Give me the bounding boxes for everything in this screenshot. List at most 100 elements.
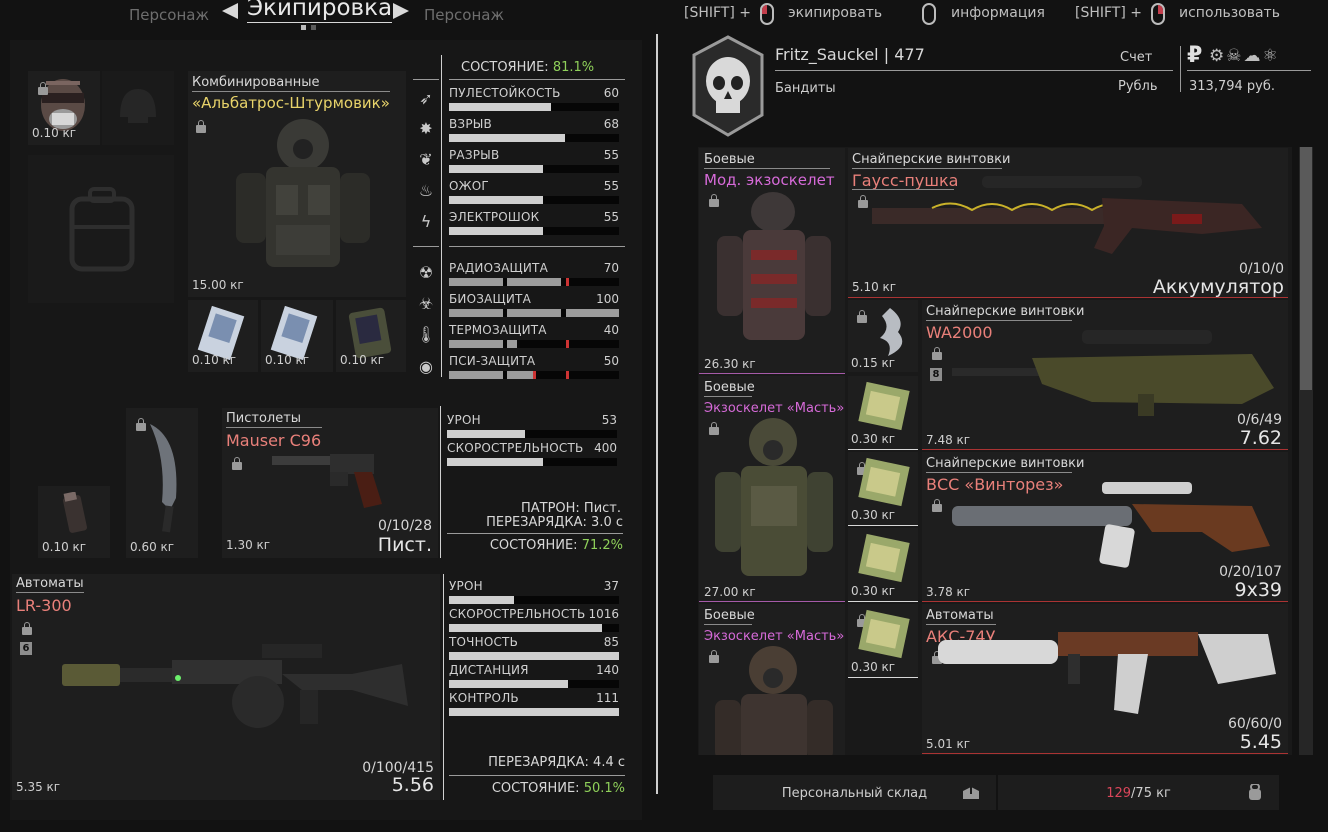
lock-icon bbox=[932, 499, 942, 513]
mask-weight: 0.10 кг bbox=[32, 126, 77, 140]
mask-slot[interactable]: 0.10 кг bbox=[28, 71, 100, 145]
condition-value: 81.1% bbox=[552, 60, 595, 75]
stat-bar-fill bbox=[449, 196, 543, 204]
backpack-slot[interactable] bbox=[28, 155, 174, 303]
knife-slot[interactable]: 0.60 кг bbox=[126, 408, 198, 558]
inventory-item[interactable]: 0.30 кг bbox=[848, 528, 918, 602]
divider bbox=[704, 624, 752, 625]
hint-use-modifier: [SHIFT] + bbox=[1075, 5, 1143, 21]
helmet-placeholder-icon bbox=[120, 89, 156, 123]
stat-bar bbox=[449, 596, 619, 604]
personal-stash-button[interactable]: Персональный склад bbox=[713, 775, 996, 810]
stat-label: КОНТРОЛЬ bbox=[449, 691, 519, 705]
inventory-item[interactable]: 0.15 кг bbox=[848, 300, 918, 372]
primary-weapon-slot[interactable]: Автоматы LR-300 6 0/100/415 5.56 5.35 кг bbox=[12, 574, 440, 800]
grenade-weight: 0.10 кг bbox=[42, 540, 87, 554]
rifle-reload: ПЕРЕЗАРЯДКА: 4.4 с bbox=[488, 755, 625, 770]
player-level: 477 bbox=[894, 45, 925, 64]
inventory-item[interactable]: Снайперские винтовки WA2000 8 0/6/49 7.6… bbox=[922, 300, 1288, 450]
condition-value: 50.1% bbox=[583, 781, 625, 796]
item-weight: 0.30 кг bbox=[851, 584, 896, 598]
grenade-slot[interactable]: 0.10 кг bbox=[38, 486, 110, 558]
map-icon bbox=[858, 457, 910, 507]
weight-kettlebell-icon bbox=[1249, 784, 1261, 800]
divider bbox=[848, 601, 918, 602]
inventory-scrollbar[interactable] bbox=[1299, 147, 1313, 755]
tab-left-arrow-icon[interactable] bbox=[222, 3, 238, 19]
item-weight: 5.01 кг bbox=[926, 737, 971, 751]
divider bbox=[1187, 70, 1311, 71]
stat-label: УРОН bbox=[449, 579, 483, 593]
tab-equipment-active[interactable]: Экипировка bbox=[247, 0, 393, 23]
inventory-item[interactable]: Автоматы АКС-74У 60/60/0 5.45 5.01 кг bbox=[922, 604, 1288, 754]
psi-protection-label: ПСИ-ЗАЩИТА bbox=[449, 354, 536, 368]
item-name: Мод. экзоскелет bbox=[704, 171, 835, 189]
rifle-condition: СОСТОЯНИЕ: 50.1% bbox=[449, 781, 625, 796]
detector-icon bbox=[348, 307, 392, 359]
inventory-item[interactable]: 0.30 кг bbox=[848, 452, 918, 526]
eye-icon: ◉ bbox=[419, 357, 433, 376]
stat-bar bbox=[449, 134, 619, 142]
inventory-item[interactable]: Снайперские винтовки ВСС «Винторез» 0/20… bbox=[922, 452, 1288, 602]
lr300-rifle-icon bbox=[62, 644, 408, 728]
item-category: Снайперские винтовки bbox=[852, 152, 1011, 167]
inventory-item[interactable]: 0.30 кг bbox=[848, 604, 918, 678]
pistol-rof-value: 400 bbox=[594, 441, 617, 455]
account-label: Счет bbox=[1120, 50, 1153, 65]
stat-bar-fill bbox=[449, 596, 514, 604]
inventory-item[interactable]: Боевые Экзоскелет «Масть» 27.00 кг bbox=[699, 376, 845, 602]
divider bbox=[926, 472, 1072, 473]
inventory-item[interactable]: 0.30 кг bbox=[848, 376, 918, 450]
item-weight: 5.10 кг bbox=[852, 280, 897, 294]
reputation-icons: ⚙☠☁⚛ bbox=[1209, 46, 1280, 66]
inventory-item[interactable]: Боевые Мод. экзоскелет 26.30 кг bbox=[699, 148, 845, 374]
lock-icon bbox=[38, 82, 48, 96]
helmet-slot[interactable] bbox=[102, 71, 174, 145]
prev-character-tab[interactable]: Персонаж bbox=[129, 6, 209, 24]
gauss-rifle-icon bbox=[872, 176, 1262, 254]
pistol-rof-bar bbox=[447, 458, 617, 466]
thermo-protection-value: 40 bbox=[603, 323, 619, 337]
divider bbox=[443, 574, 444, 800]
artifact-container-slot[interactable]: 0.10 кг bbox=[336, 300, 406, 372]
max-weight: 75 кг bbox=[1135, 786, 1171, 801]
artifact-container-slot[interactable]: 0.10 кг bbox=[188, 300, 258, 372]
carry-weight-panel: 129/75 кг bbox=[998, 775, 1279, 810]
claw-icon: ❦ bbox=[419, 150, 433, 169]
inventory-item[interactable]: Снайперские винтовки Гаусс-пушка 0/10/0 … bbox=[848, 148, 1288, 298]
atom-icon: ⚛ bbox=[1262, 46, 1280, 66]
rifle-caliber: 5.56 bbox=[391, 774, 434, 796]
money-amount: 313,794 руб. bbox=[1189, 79, 1275, 94]
next-character-tab[interactable]: Персонаж bbox=[424, 6, 504, 24]
item-category: Снайперские винтовки bbox=[926, 304, 1085, 319]
divider bbox=[922, 753, 1288, 754]
stat-bar bbox=[449, 680, 619, 688]
stat-label: ЭЛЕКТРОШОК bbox=[449, 210, 540, 224]
tab-right-arrow-icon[interactable] bbox=[393, 3, 409, 19]
stat-value: 111 bbox=[596, 691, 619, 705]
pistol-slot[interactable]: Пистолеты Mauser C96 0/10/28 Пист. 1.30 … bbox=[222, 408, 438, 558]
divider bbox=[926, 320, 1072, 321]
item-category: Снайперские винтовки bbox=[926, 456, 1085, 471]
container-weight: 0.10 кг bbox=[340, 353, 385, 367]
psi-protection-bar bbox=[449, 371, 619, 379]
inventory-item[interactable]: Боевые Экзоскелет «Масть» bbox=[699, 604, 845, 755]
artifact-container-slot[interactable]: 0.10 кг bbox=[261, 300, 333, 372]
mouse-left-click-icon bbox=[760, 3, 774, 25]
machete-icon bbox=[150, 424, 177, 533]
divider bbox=[226, 427, 322, 428]
exoskeleton-icon bbox=[715, 418, 833, 576]
hint-use-label: использовать bbox=[1179, 5, 1280, 21]
artifact-icon bbox=[880, 308, 903, 356]
armor-category: Комбинированные bbox=[192, 75, 320, 90]
armor-slot[interactable]: Комбинированные «Альбатрос-Штурмовик» 15… bbox=[188, 71, 406, 297]
stat-bar-fill bbox=[449, 165, 543, 173]
item-caliber: Аккумулятор bbox=[1152, 276, 1284, 298]
scrollbar-thumb[interactable] bbox=[1300, 147, 1312, 390]
radiation-icon: ☢ bbox=[418, 263, 434, 282]
divider bbox=[704, 396, 752, 397]
stat-bar-fill bbox=[449, 680, 568, 688]
item-category: Боевые bbox=[704, 380, 755, 395]
stat-label: РАЗРЫВ bbox=[449, 148, 500, 162]
pistol-damage-label: УРОН bbox=[447, 413, 481, 427]
